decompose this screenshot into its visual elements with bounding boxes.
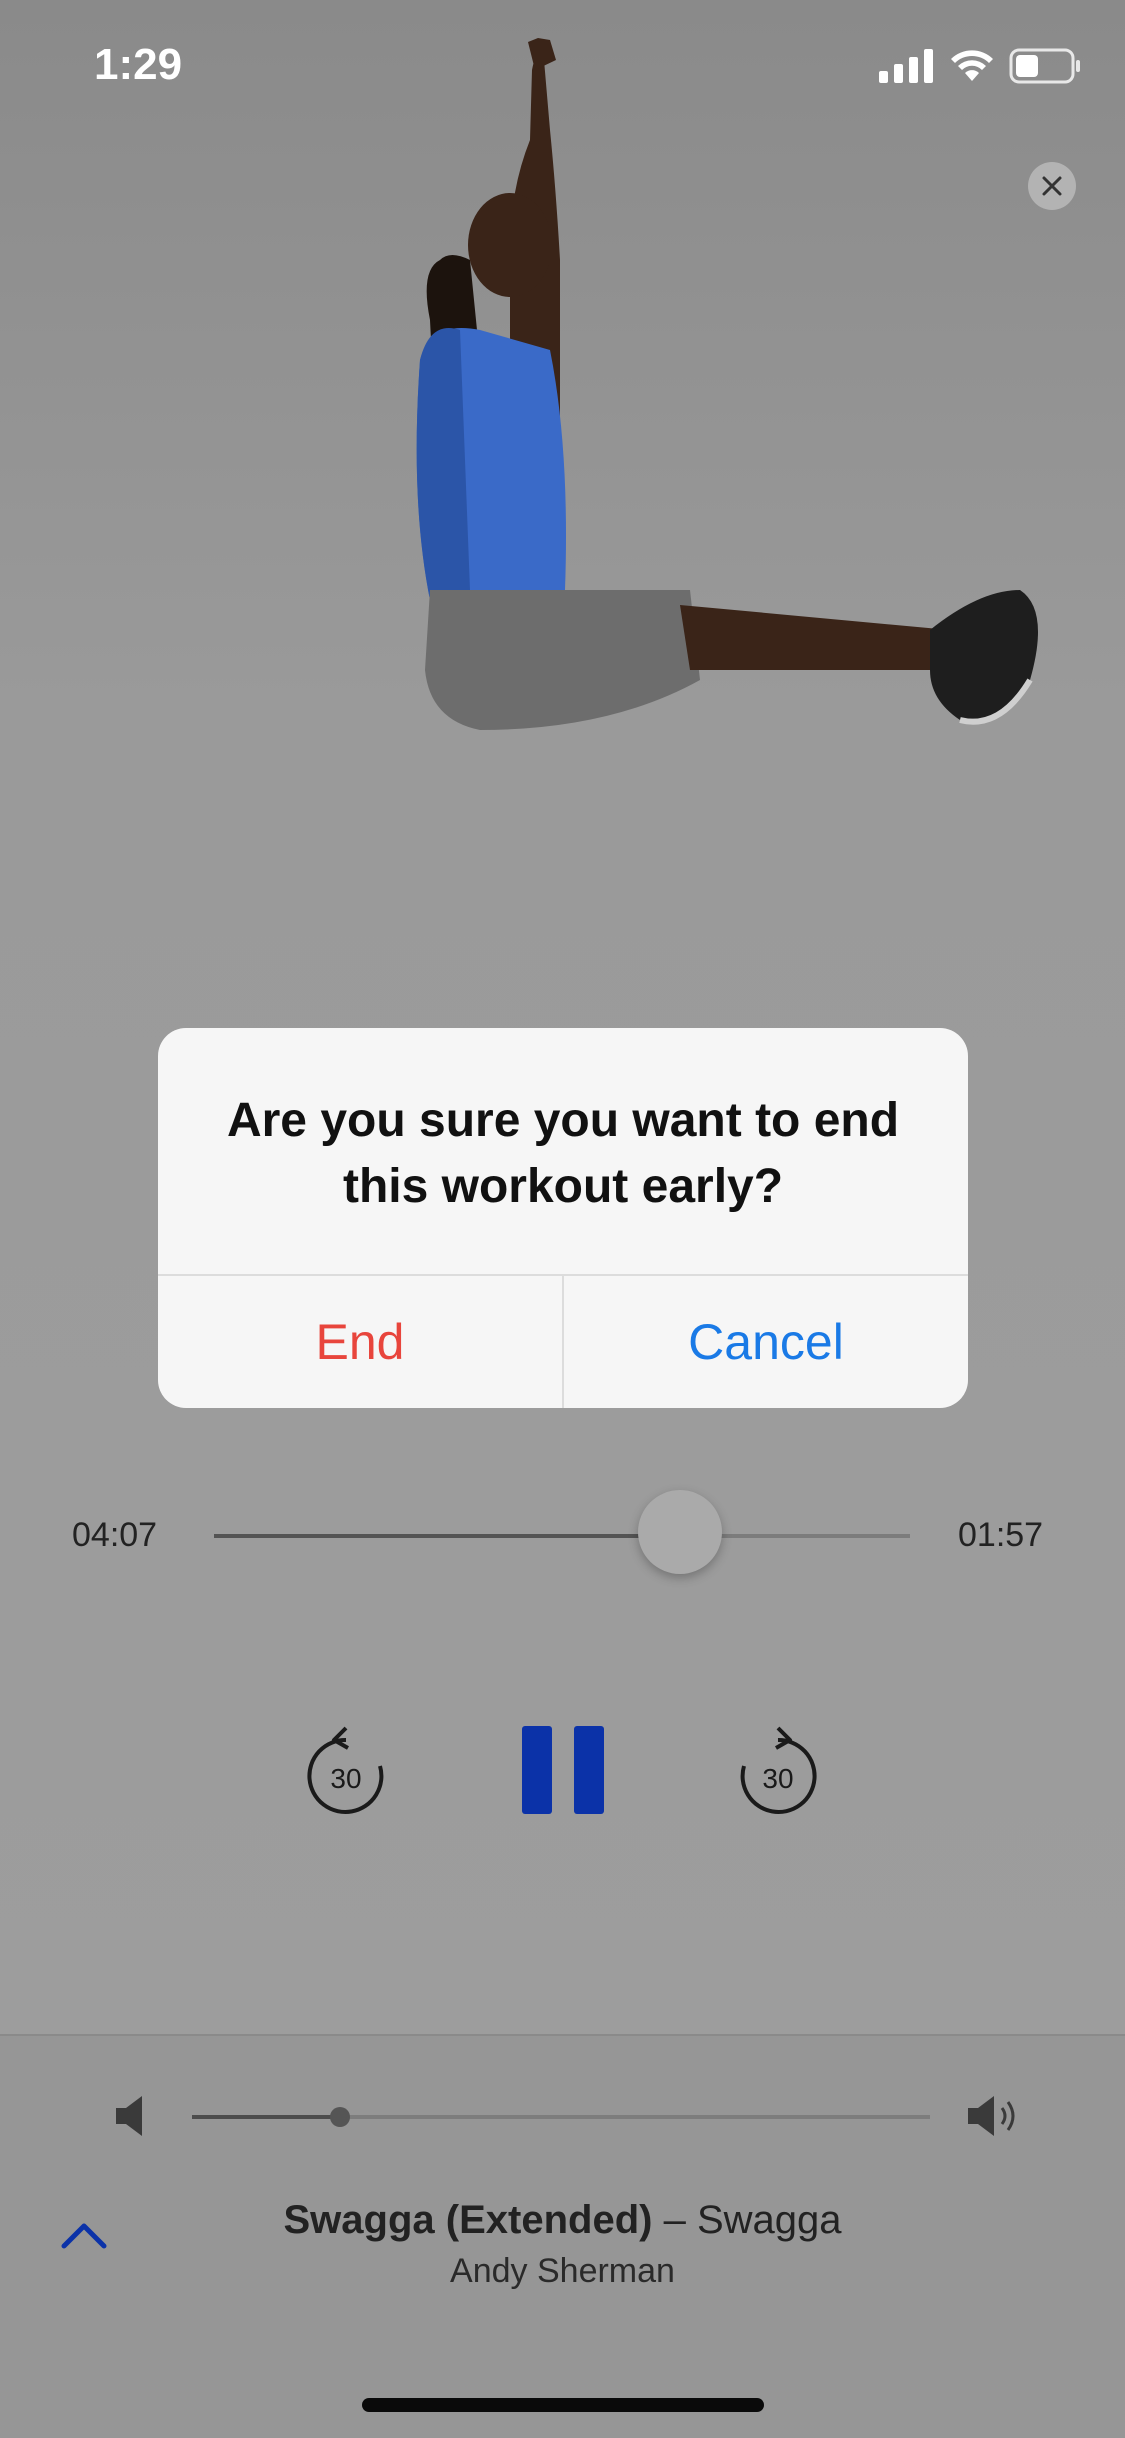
dialog-message: Are you sure you want to end this workou…	[226, 1094, 900, 1213]
end-button[interactable]: End	[158, 1276, 564, 1408]
workout-player-screen: 1:29 04:07 01:57 30 30 Swagga (Extended)…	[0, 0, 1125, 2438]
dialog-actions: End Cancel	[158, 1274, 968, 1408]
cancel-button[interactable]: Cancel	[564, 1276, 968, 1408]
end-workout-dialog: Are you sure you want to end this workou…	[158, 1028, 968, 1408]
